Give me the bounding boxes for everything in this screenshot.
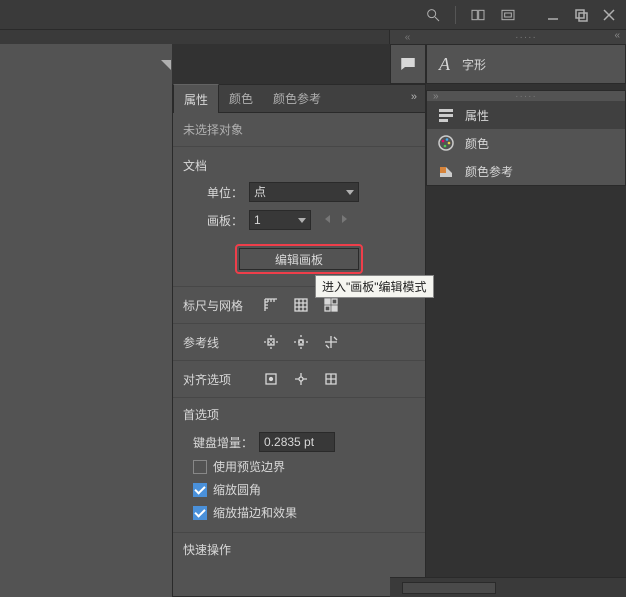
tab-properties[interactable]: 属性: [173, 84, 219, 113]
panel-menu-triangle-icon[interactable]: [158, 57, 174, 73]
checkbox-scale-corners[interactable]: [193, 483, 207, 497]
smart-guides-icon[interactable]: [321, 332, 341, 352]
checkbox-preview-bounds[interactable]: [193, 460, 207, 474]
tab-color[interactable]: 颜色: [219, 84, 263, 112]
section-title-document: 文档: [173, 147, 425, 178]
panel-handle-row: « ····· «: [0, 30, 626, 44]
glyphs-panel-tab[interactable]: A 字形: [426, 44, 626, 84]
window-minimize-button[interactable]: [542, 5, 564, 25]
window-close-button[interactable]: [598, 5, 620, 25]
key-increment-input[interactable]: [259, 432, 335, 452]
guides-label: 参考线: [183, 334, 247, 351]
ruler-icon[interactable]: [261, 295, 281, 315]
edit-artboard-button[interactable]: 编辑画板: [239, 248, 359, 270]
bottom-dock-strip: [390, 577, 626, 597]
checkbox-label: 缩放描边和效果: [213, 504, 297, 521]
tooltip: 进入"画板"编辑模式: [315, 275, 434, 298]
right-dock-item-label: 属性: [465, 107, 489, 124]
frame-layout-icon[interactable]: [496, 3, 520, 27]
collapse-chevrons-icon[interactable]: «: [614, 30, 620, 41]
scrollbar-track[interactable]: [402, 582, 496, 594]
tab-color-guide[interactable]: 颜色参考: [263, 84, 331, 112]
artboard-label: 画板：: [183, 212, 243, 229]
swatch-icon: [437, 162, 455, 180]
checkbox-scale-strokes[interactable]: [193, 506, 207, 520]
selection-info: 未选择对象: [173, 113, 425, 147]
workspace-layout-icon[interactable]: [466, 3, 490, 27]
artboard-select[interactable]: 1: [249, 210, 311, 230]
snap-pixel-icon[interactable]: [261, 369, 281, 389]
unit-select[interactable]: 点: [249, 182, 359, 202]
app-topbar: [0, 0, 626, 30]
unit-label: 单位：: [183, 184, 243, 201]
checkbox-label: 缩放圆角: [213, 481, 261, 498]
glyphs-label: 字形: [462, 56, 486, 73]
comments-dock-button[interactable]: [390, 44, 426, 84]
ruler-grid-label: 标尺与网格: [183, 297, 247, 314]
checkbox-label: 使用预览边界: [213, 458, 285, 475]
right-dock-list: ·····» 属性 颜色 颜色参考: [426, 90, 626, 186]
expand-chevrons-icon[interactable]: »: [433, 91, 439, 102]
search-icon[interactable]: [421, 3, 445, 27]
right-dock-item-label: 颜色: [465, 135, 489, 152]
artboard-prev-icon[interactable]: [323, 213, 333, 227]
properties-panel: 属性 颜色 颜色参考 » 未选择对象 文档 单位： 点 画板： 1: [172, 84, 426, 597]
grid-icon[interactable]: [291, 295, 311, 315]
right-dock-item-label: 颜色参考: [465, 163, 513, 180]
window-maximize-button[interactable]: [570, 5, 592, 25]
dock-grip-icon: «: [405, 32, 412, 43]
snap-grid-icon[interactable]: [321, 369, 341, 389]
glyph-a-icon: A: [439, 54, 450, 75]
pixel-grid-icon[interactable]: [321, 295, 341, 315]
prefs-title: 首选项: [183, 406, 415, 423]
guides-lock-icon[interactable]: [291, 332, 311, 352]
edit-artboard-highlight: 编辑画板: [235, 244, 363, 274]
guides-toggle-icon[interactable]: [261, 332, 281, 352]
artboard-next-icon[interactable]: [339, 213, 349, 227]
quick-actions-label: 快速操作: [183, 541, 415, 558]
panel-flyout-icon[interactable]: »: [411, 91, 417, 103]
right-dock-item-properties[interactable]: 属性: [427, 101, 625, 129]
right-dock-item-color[interactable]: 颜色: [427, 129, 625, 157]
snap-point-icon[interactable]: [291, 369, 311, 389]
panel-tabs: 属性 颜色 颜色参考 »: [173, 85, 425, 113]
palette-icon: [437, 134, 455, 152]
key-increment-label: 键盘增量：: [193, 434, 253, 451]
document-canvas[interactable]: [0, 44, 172, 597]
align-options-label: 对齐选项: [183, 371, 247, 388]
properties-icon: [437, 106, 455, 124]
dock-grip-icon: ·····: [515, 32, 537, 43]
right-dock-item-color-guide[interactable]: 颜色参考: [427, 157, 625, 185]
